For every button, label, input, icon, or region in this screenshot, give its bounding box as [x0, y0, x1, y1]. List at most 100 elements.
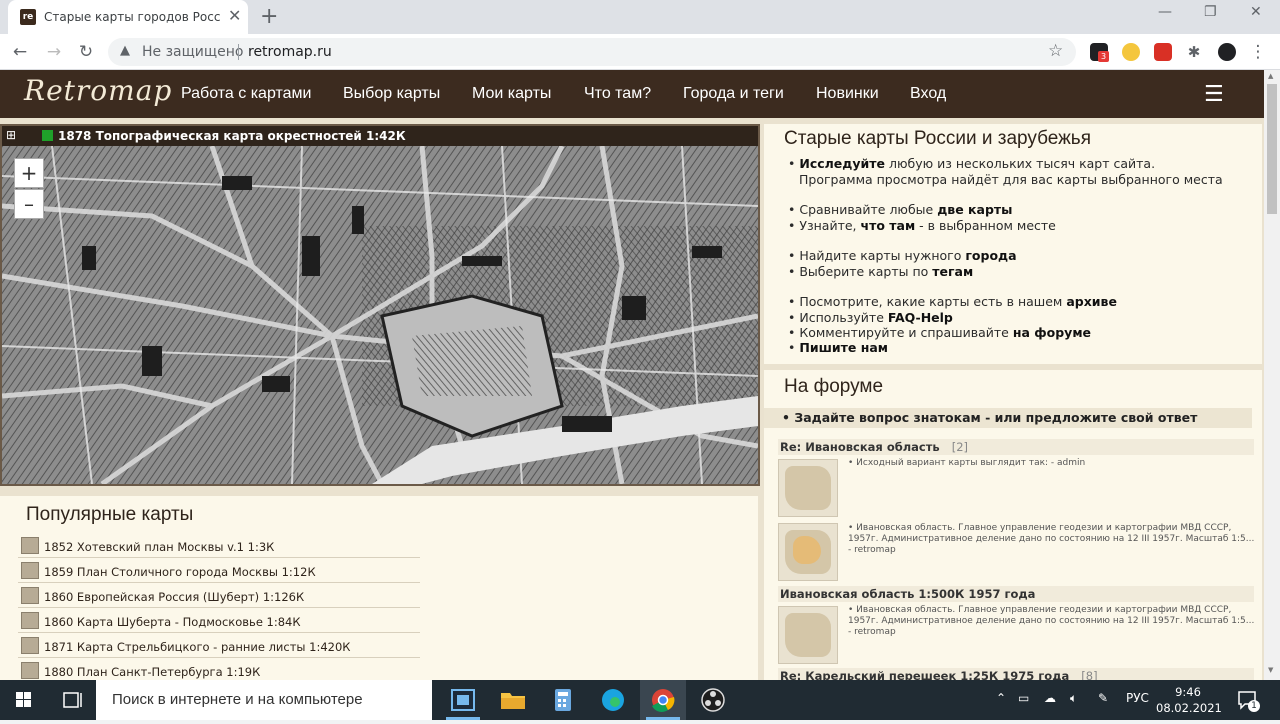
reload-icon[interactable]: ↻	[74, 40, 98, 64]
intro-text: Выберите карты по	[799, 264, 933, 279]
close-window-button[interactable]: ✕	[1250, 4, 1262, 20]
address-bar[interactable]: ▲ Не защищено retromap.ru ☆	[108, 38, 1076, 66]
intro-line: • Комментируйте и спрашивайте на форуме	[788, 325, 1092, 340]
nav-work-with-maps[interactable]: Работа с картами	[181, 85, 311, 103]
chrome-browser-icon[interactable]	[640, 680, 686, 720]
map-thumbnail[interactable]	[778, 459, 838, 517]
nav-new[interactable]: Новинки	[816, 85, 879, 103]
language-indicator[interactable]: РУС	[1126, 691, 1149, 705]
list-item[interactable]: 1859 План Столичного города Москвы 1:12К	[18, 559, 420, 583]
faq-link[interactable]: FAQ-Help	[888, 310, 953, 325]
show-hidden-icons-icon[interactable]: ⌃	[996, 691, 1006, 705]
nav-whats-there[interactable]: Что там?	[584, 85, 651, 103]
zoom-out-button[interactable]: –	[14, 189, 44, 219]
new-tab-button[interactable]: +	[260, 4, 278, 30]
edge-browser-icon[interactable]	[590, 680, 636, 720]
tab-close-icon[interactable]: ✕	[228, 7, 241, 25]
task-view-button[interactable]	[52, 680, 92, 720]
intro-heading: Старые карты России и зарубежья	[784, 128, 1091, 149]
layers-icon[interactable]: ⊞	[6, 128, 16, 142]
forum-thread-title[interactable]: Re: Карельский перешеек 1:25К 1975 года …	[778, 668, 1254, 680]
intro-text: - в выбранном месте	[915, 218, 1056, 233]
popular-maps-panel: Популярные карты 1852 Хотевский план Мос…	[0, 496, 758, 680]
menu-icon[interactable]: ⋮	[1246, 40, 1270, 64]
map-link[interactable]: 1859 План Столичного города Москвы 1:12К	[44, 565, 316, 579]
list-item[interactable]: 1871 Карта Стрельбицкого - ранние листы …	[18, 634, 420, 658]
extension-icon[interactable]	[1154, 43, 1172, 61]
site-logo[interactable]: Retromap	[24, 74, 172, 107]
map-thumbnail[interactable]	[778, 606, 838, 664]
restore-button[interactable]: ❐	[1204, 4, 1217, 20]
back-icon[interactable]: ←	[8, 40, 32, 64]
extension-icon[interactable]	[1122, 43, 1140, 61]
scrollbar-thumb[interactable]	[1267, 84, 1277, 214]
site-navbar: Retromap Работа с картами Выбор карты Мо…	[0, 70, 1264, 118]
zoom-in-button[interactable]: +	[14, 158, 44, 188]
map-link[interactable]: 1860 Карта Шуберта - Подмосковье 1:84К	[44, 615, 301, 629]
battery-icon[interactable]: ▭	[1018, 691, 1029, 705]
bookmark-star-icon[interactable]: ☆	[1048, 41, 1063, 61]
write-us-link[interactable]: Пишите нам	[799, 340, 888, 355]
thread-title[interactable]: Re: Карельский перешеек 1:25К 1975 года	[780, 669, 1069, 680]
list-item[interactable]: 1860 Карта Шуберта - Подмосковье 1:84К	[18, 609, 420, 633]
city-link[interactable]: города	[965, 248, 1016, 263]
intro-line: • Выберите карты по тегам	[788, 264, 974, 279]
map-thumbnail	[21, 662, 39, 679]
system-clock[interactable]: 9:46 08.02.2021	[1156, 684, 1222, 716]
layer-color-swatch	[42, 130, 53, 141]
cloud-icon[interactable]: ☁	[1044, 691, 1056, 705]
map-thumbnail[interactable]	[778, 523, 838, 581]
windows-start-button[interactable]	[0, 680, 46, 720]
scroll-up-icon[interactable]: ▲	[1268, 72, 1273, 80]
explore-link[interactable]: Исследуйте	[799, 156, 885, 171]
profile-avatar[interactable]	[1218, 43, 1236, 61]
intro-line: • Используйте FAQ-Help	[788, 310, 953, 325]
forum-thread-title[interactable]: Ивановская область 1:500К 1957 года	[778, 586, 1254, 602]
pen-icon[interactable]: ✎	[1098, 691, 1108, 705]
forward-icon[interactable]: →	[42, 40, 66, 64]
extension-icon[interactable]: 3	[1090, 43, 1109, 62]
reply-count: [2]	[951, 440, 968, 454]
volume-icon[interactable]: 🔈︎	[1070, 691, 1077, 706]
map-canvas[interactable]: + –	[2, 146, 758, 484]
nav-login[interactable]: Вход	[910, 85, 946, 103]
nav-my-maps[interactable]: Мои карты	[472, 85, 551, 103]
whats-there-link[interactable]: что там	[861, 218, 916, 233]
calculator-icon[interactable]	[540, 680, 586, 720]
forum-thread-title[interactable]: Re: Ивановская область [2]	[778, 439, 1254, 455]
list-item[interactable]: 1880 План Санкт-Петербурга 1:19К	[18, 659, 420, 680]
puzzle-icon[interactable]: ✱	[1182, 40, 1206, 64]
map-link[interactable]: 1880 План Санкт-Петербурга 1:19К	[44, 665, 260, 679]
list-item[interactable]: 1852 Хотевский план Москвы v.1 1:3К	[18, 534, 420, 558]
scroll-down-icon[interactable]: ▼	[1268, 666, 1273, 674]
nav-choose-map[interactable]: Выбор карты	[343, 85, 440, 103]
url-text[interactable]: retromap.ru	[248, 44, 332, 60]
minimize-button[interactable]: —	[1158, 4, 1172, 20]
file-explorer-icon[interactable]	[490, 680, 536, 720]
forum-link[interactable]: на форуме	[1013, 325, 1091, 340]
warning-icon[interactable]: ▲	[120, 43, 130, 58]
tags-link[interactable]: тегам	[932, 264, 973, 279]
taskbar-search-box[interactable]: Поиск в интернете и на компьютере	[96, 680, 432, 720]
map-link[interactable]: 1860 Европейская Россия (Шуберт) 1:126К	[44, 590, 304, 604]
security-label[interactable]: Не защищено	[142, 44, 243, 60]
map-thumbnail	[21, 587, 39, 604]
browser-tab[interactable]: re Старые карты городов России и зарубеж…	[8, 0, 248, 34]
obs-studio-icon[interactable]	[690, 680, 736, 720]
map-link[interactable]: 1852 Хотевский план Москвы v.1 1:3К	[44, 540, 274, 554]
media-app-icon[interactable]	[440, 680, 486, 720]
map-thumbnail	[21, 637, 39, 654]
tab-title: Старые карты городов России и зарубежья	[44, 10, 220, 24]
list-item[interactable]: 1860 Европейская Россия (Шуберт) 1:126К	[18, 584, 420, 608]
intro-text: любую из нескольких тысяч карт сайта.	[885, 156, 1156, 171]
nav-cities-tags[interactable]: Города и теги	[683, 85, 784, 103]
ask-question-link[interactable]: • Задайте вопрос знатокам - или предложи…	[764, 408, 1252, 428]
archive-link[interactable]: архиве	[1066, 294, 1117, 309]
hamburger-menu-icon[interactable]: ☰	[1204, 82, 1224, 107]
intro-line: • Узнайте, что там - в выбранном месте	[788, 218, 1056, 233]
page-scrollbar[interactable]: ▲ ▼	[1264, 70, 1280, 680]
two-maps-link[interactable]: две карты	[937, 202, 1012, 217]
map-link[interactable]: 1871 Карта Стрельбицкого - ранние листы …	[44, 640, 350, 654]
notification-center-button[interactable]: 1	[1236, 688, 1260, 712]
thread-title[interactable]: Re: Ивановская область	[780, 440, 940, 454]
